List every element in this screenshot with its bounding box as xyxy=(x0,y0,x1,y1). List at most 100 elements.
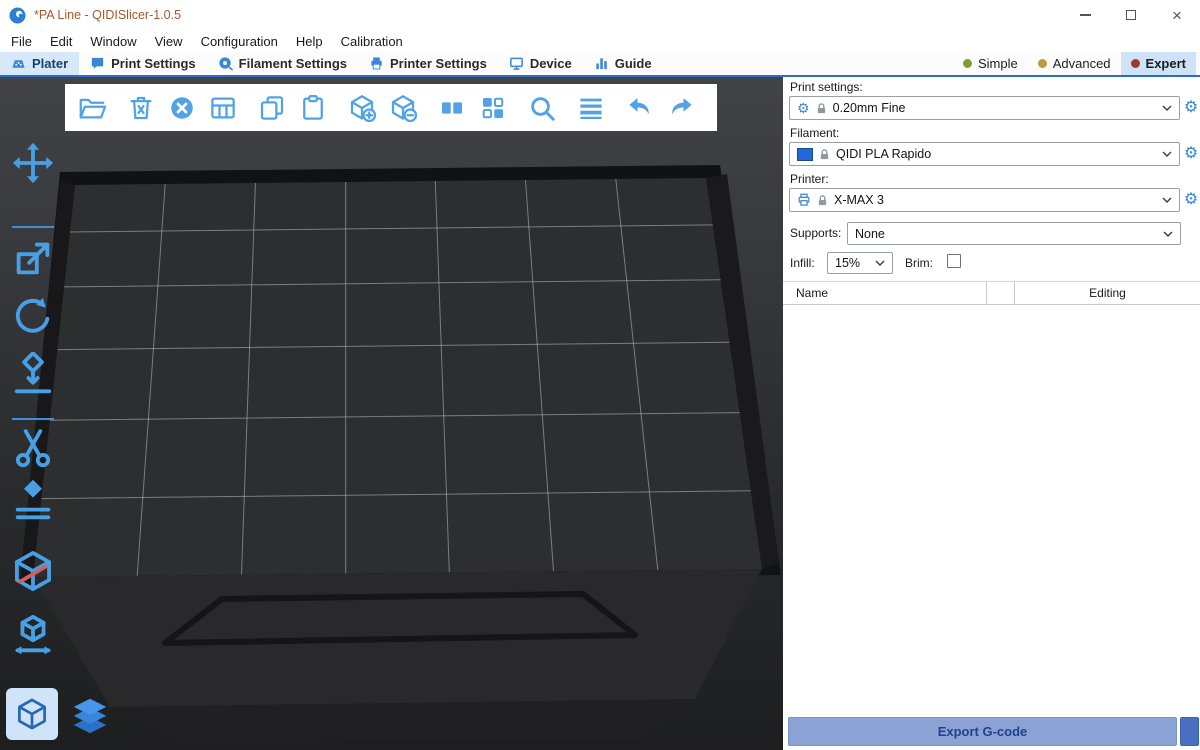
place-on-face-button[interactable] xyxy=(8,350,58,400)
filament-gear-button[interactable]: ⚙ xyxy=(1182,145,1200,163)
brim-checkbox[interactable] xyxy=(947,254,961,268)
mode-simple[interactable]: Simple xyxy=(953,52,1028,75)
export-options-button[interactable] xyxy=(1180,717,1199,746)
printer-combo[interactable]: X-MAX 3 xyxy=(789,188,1180,212)
add-instance-icon xyxy=(347,93,377,123)
gear-icon: ⚙ xyxy=(1184,192,1198,208)
minimize-icon xyxy=(1080,14,1091,16)
tab-guide-label: Guide xyxy=(615,56,652,71)
supports-value: None xyxy=(855,227,1157,241)
minimize-button[interactable] xyxy=(1062,0,1108,30)
measure-cube-icon xyxy=(10,548,56,594)
multimaterial-button[interactable] xyxy=(8,610,58,660)
split-to-parts-button[interactable] xyxy=(478,93,508,123)
tab-bar: Plater Print Settings Filament Settings … xyxy=(0,52,1200,77)
menu-configuration[interactable]: Configuration xyxy=(192,30,287,52)
seam-icon xyxy=(10,478,56,524)
mode-expert-label: Expert xyxy=(1146,56,1186,71)
column-header-extruder xyxy=(987,282,1015,304)
object-list-header: Name Editing xyxy=(783,281,1200,305)
3d-viewport[interactable] xyxy=(0,77,783,750)
printer-gear-button[interactable]: ⚙ xyxy=(1182,191,1200,209)
copy-icon xyxy=(257,93,287,123)
menu-bar: File Edit Window View Configuration Help… xyxy=(0,30,1200,52)
open-button[interactable] xyxy=(77,93,107,123)
paste-button[interactable] xyxy=(298,93,328,123)
settings-sidebar: Print settings: ⚙ 0.20mm Fine ⚙ Filament… xyxy=(783,77,1200,750)
delete-all-button[interactable] xyxy=(167,93,197,123)
arrange-icon xyxy=(208,93,238,123)
gear-icon: ⚙ xyxy=(1184,146,1198,162)
menu-help[interactable]: Help xyxy=(287,30,332,52)
mode-selector: Simple Advanced Expert xyxy=(953,52,1196,75)
tab-device[interactable]: Device xyxy=(498,52,583,75)
tab-guide[interactable]: Guide xyxy=(583,52,663,75)
mode-advanced[interactable]: Advanced xyxy=(1028,52,1121,75)
menu-view[interactable]: View xyxy=(146,30,192,52)
export-gcode-button[interactable]: Export G-code xyxy=(788,717,1177,746)
maximize-button[interactable] xyxy=(1108,0,1154,30)
search-icon xyxy=(527,93,557,123)
cut-button[interactable] xyxy=(8,423,58,473)
print-settings-value: 0.20mm Fine xyxy=(833,101,1156,115)
rotate-button[interactable] xyxy=(8,291,58,341)
redo-button[interactable] xyxy=(666,93,696,123)
tab-filament-settings[interactable]: Filament Settings xyxy=(207,52,358,75)
preview-layers-icon xyxy=(68,692,112,736)
variable-layer-height-button[interactable] xyxy=(576,93,606,123)
tab-plater[interactable]: Plater xyxy=(0,52,79,75)
guide-icon xyxy=(594,56,609,71)
expert-mode-dot-icon xyxy=(1131,59,1140,68)
tab-filament-settings-label: Filament Settings xyxy=(239,56,347,71)
menu-edit[interactable]: Edit xyxy=(41,30,81,52)
tab-print-settings[interactable]: Print Settings xyxy=(79,52,207,75)
undo-icon xyxy=(625,93,655,123)
lock-icon xyxy=(817,194,828,207)
split-to-objects-button[interactable] xyxy=(437,93,467,123)
supports-label: Supports: xyxy=(790,226,841,240)
seam-button[interactable] xyxy=(8,476,58,526)
print-settings-combo[interactable]: ⚙ 0.20mm Fine xyxy=(789,96,1180,120)
export-gcode-label: Export G-code xyxy=(938,724,1028,739)
menu-window[interactable]: Window xyxy=(81,30,145,52)
infill-label: Infill: xyxy=(790,256,815,270)
copy-button[interactable] xyxy=(257,93,287,123)
undo-button[interactable] xyxy=(625,93,655,123)
delete-button[interactable] xyxy=(126,93,156,123)
remove-instance-button[interactable] xyxy=(388,93,418,123)
print-settings-icon xyxy=(90,56,105,71)
mode-advanced-label: Advanced xyxy=(1053,56,1111,71)
object-list[interactable] xyxy=(783,306,1200,714)
layers-icon xyxy=(576,93,606,123)
printer-icon xyxy=(797,193,811,207)
move-button[interactable] xyxy=(8,138,58,188)
print-settings-gear-button[interactable]: ⚙ xyxy=(1182,99,1200,117)
cut-scissors-icon xyxy=(10,425,56,471)
mode-simple-label: Simple xyxy=(978,56,1018,71)
plater-icon xyxy=(11,56,26,71)
place-on-face-icon xyxy=(10,352,56,398)
mode-expert[interactable]: Expert xyxy=(1121,52,1196,75)
title-bar: *PA Line - QIDISlicer-1.0.5 × xyxy=(0,0,1200,30)
remove-instance-icon xyxy=(388,93,418,123)
close-button[interactable]: × xyxy=(1154,0,1200,30)
filament-combo[interactable]: QIDI PLA Rapido xyxy=(789,142,1180,166)
menu-file[interactable]: File xyxy=(2,30,41,52)
printer-label: Printer: xyxy=(790,172,829,186)
object-toolbar xyxy=(65,84,717,131)
paste-icon xyxy=(298,93,328,123)
3d-editor-cube-icon xyxy=(14,696,50,732)
scale-button[interactable] xyxy=(8,233,58,283)
search-button[interactable] xyxy=(527,93,557,123)
measure-button[interactable] xyxy=(8,546,58,596)
menu-calibration[interactable]: Calibration xyxy=(332,30,412,52)
view-3d-editor-button[interactable] xyxy=(6,688,58,740)
infill-combo[interactable]: 15% xyxy=(827,252,893,274)
column-header-editing: Editing xyxy=(1015,282,1200,304)
add-instance-button[interactable] xyxy=(347,93,377,123)
arrange-button[interactable] xyxy=(208,93,238,123)
brim-label: Brim: xyxy=(905,256,933,270)
supports-combo[interactable]: None xyxy=(847,222,1181,245)
view-preview-button[interactable] xyxy=(64,688,116,740)
tab-printer-settings[interactable]: Printer Settings xyxy=(358,52,498,75)
